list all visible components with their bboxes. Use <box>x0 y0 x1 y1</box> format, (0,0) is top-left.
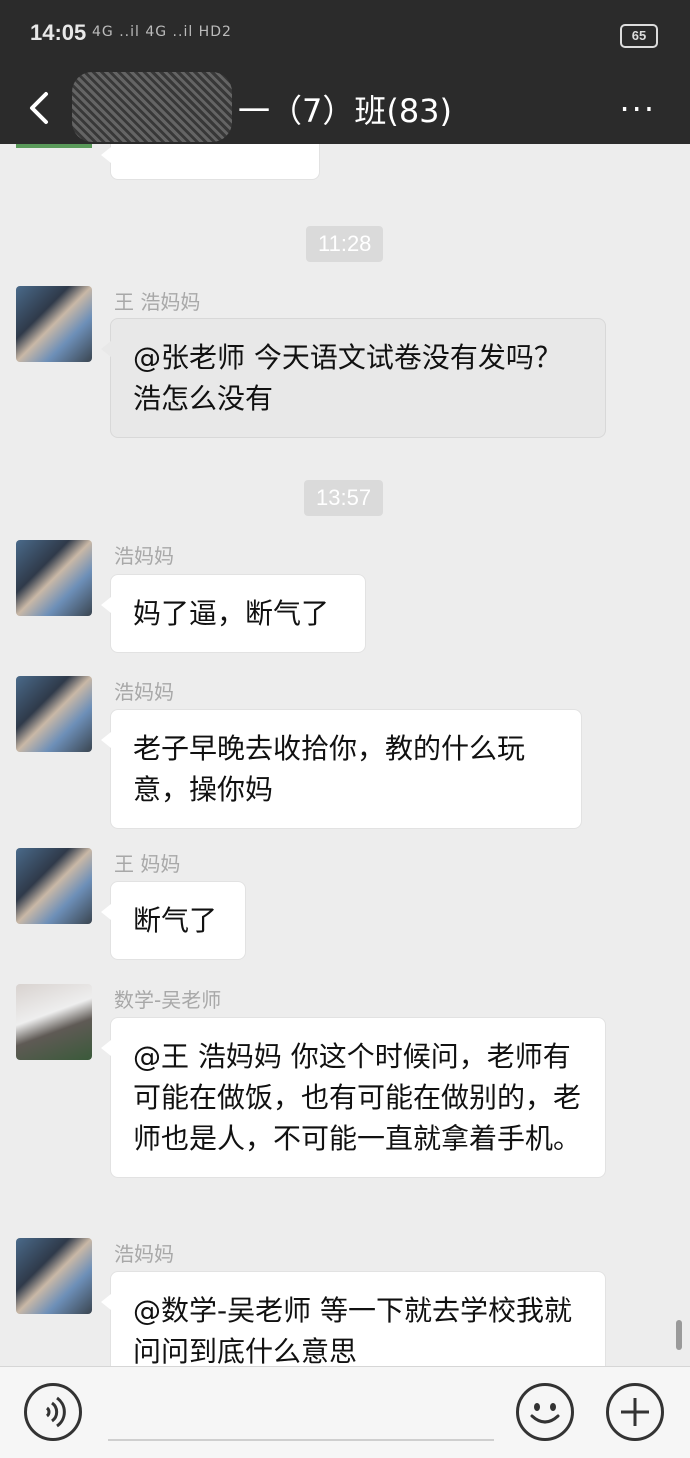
sender-name: 浩妈妈 <box>114 1242 174 1266</box>
input-bar <box>0 1366 690 1458</box>
sender-name: 浩妈妈 <box>114 680 174 704</box>
avatar[interactable] <box>16 848 92 924</box>
timestamp: 13:57 <box>304 480 384 516</box>
status-time: 14:05 <box>30 20 87 45</box>
sender-name: 浩妈妈 <box>114 544 174 568</box>
redaction-scribble <box>72 72 232 142</box>
message-bubble[interactable]: @王 浩妈妈 你这个时候问，老师有可能在做饭，也有可能在做别的，老师也是人，不可… <box>101 1017 606 1178</box>
sender-name: 数学-吴老师 <box>114 988 222 1012</box>
voice-button[interactable] <box>24 1383 82 1441</box>
message-bubble[interactable]: 老子早晚去收拾你，教的什么玩意，操你妈 <box>101 709 582 829</box>
message-bubble[interactable]: 断气了 <box>101 881 246 960</box>
battery-icon: 65 <box>620 24 658 48</box>
message-bubble[interactable]: 妈了逼，断气了 <box>101 574 366 653</box>
chat-header: 一（7）班(83) ··· <box>0 70 690 144</box>
avatar[interactable] <box>16 286 92 362</box>
message-input[interactable] <box>108 1439 494 1441</box>
scrollbar[interactable] <box>676 1320 682 1350</box>
avatar[interactable] <box>16 984 92 1060</box>
plus-icon <box>621 1398 649 1426</box>
more-options-button[interactable]: ··· <box>619 90 656 128</box>
partial-avatar <box>16 144 92 148</box>
timestamp: 11:28 <box>306 226 384 262</box>
status-bar: 14:05 4G ..il 4G ..il HD2 65 <box>0 0 690 70</box>
sender-name: 王 浩妈妈 <box>114 290 201 314</box>
avatar[interactable] <box>16 1238 92 1314</box>
add-button[interactable] <box>606 1383 664 1441</box>
message-bubble[interactable]: @数学-吴老师 等一下就去学校我就问问到底什么意思 <box>101 1271 606 1366</box>
avatar[interactable] <box>16 540 92 616</box>
message-bubble[interactable]: @张老师 今天语文试卷没有发吗？ 浩怎么没有 <box>101 318 606 438</box>
message-list[interactable]: 11:28 王 浩妈妈 @张老师 今天语文试卷没有发吗？ 浩怎么没有 13:57… <box>0 144 690 1366</box>
partial-bubble <box>101 144 320 180</box>
avatar[interactable] <box>16 676 92 752</box>
sender-name: 王 妈妈 <box>114 852 181 876</box>
voice-icon <box>45 1396 66 1428</box>
signal-icon: 4G ..il 4G ..il HD2 <box>92 24 232 40</box>
emoji-button[interactable] <box>516 1383 574 1441</box>
emoji-icon <box>530 1403 560 1424</box>
